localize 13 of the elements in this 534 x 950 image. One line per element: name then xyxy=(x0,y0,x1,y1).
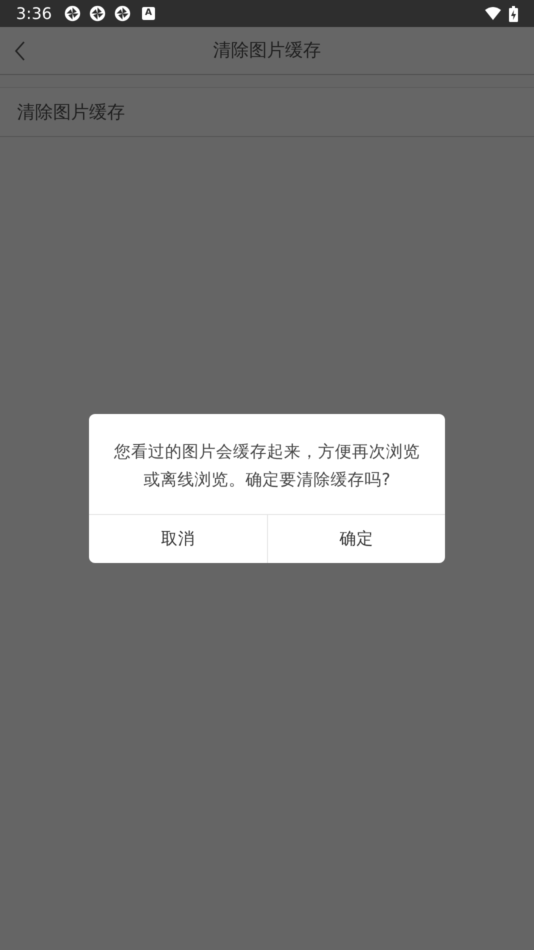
row-label: 清除图片缓存 xyxy=(17,100,125,124)
letter-icon: A xyxy=(142,7,155,20)
aperture-icon xyxy=(114,5,131,22)
aperture-icon xyxy=(88,5,106,22)
battery-icon xyxy=(509,6,518,22)
aperture-icon xyxy=(64,5,81,22)
dialog-message: 您看过的图片会缓存起来，方便再次浏览或离线浏览。确定要清除缓存吗? xyxy=(113,441,421,491)
confirm-button[interactable]: 确定 xyxy=(266,515,445,563)
cancel-button[interactable]: 取消 xyxy=(89,515,266,563)
back-icon[interactable] xyxy=(14,41,26,61)
wifi-icon xyxy=(485,7,501,20)
status-time: 3:36 xyxy=(16,2,52,24)
page-title: 清除图片缓存 xyxy=(213,39,321,63)
